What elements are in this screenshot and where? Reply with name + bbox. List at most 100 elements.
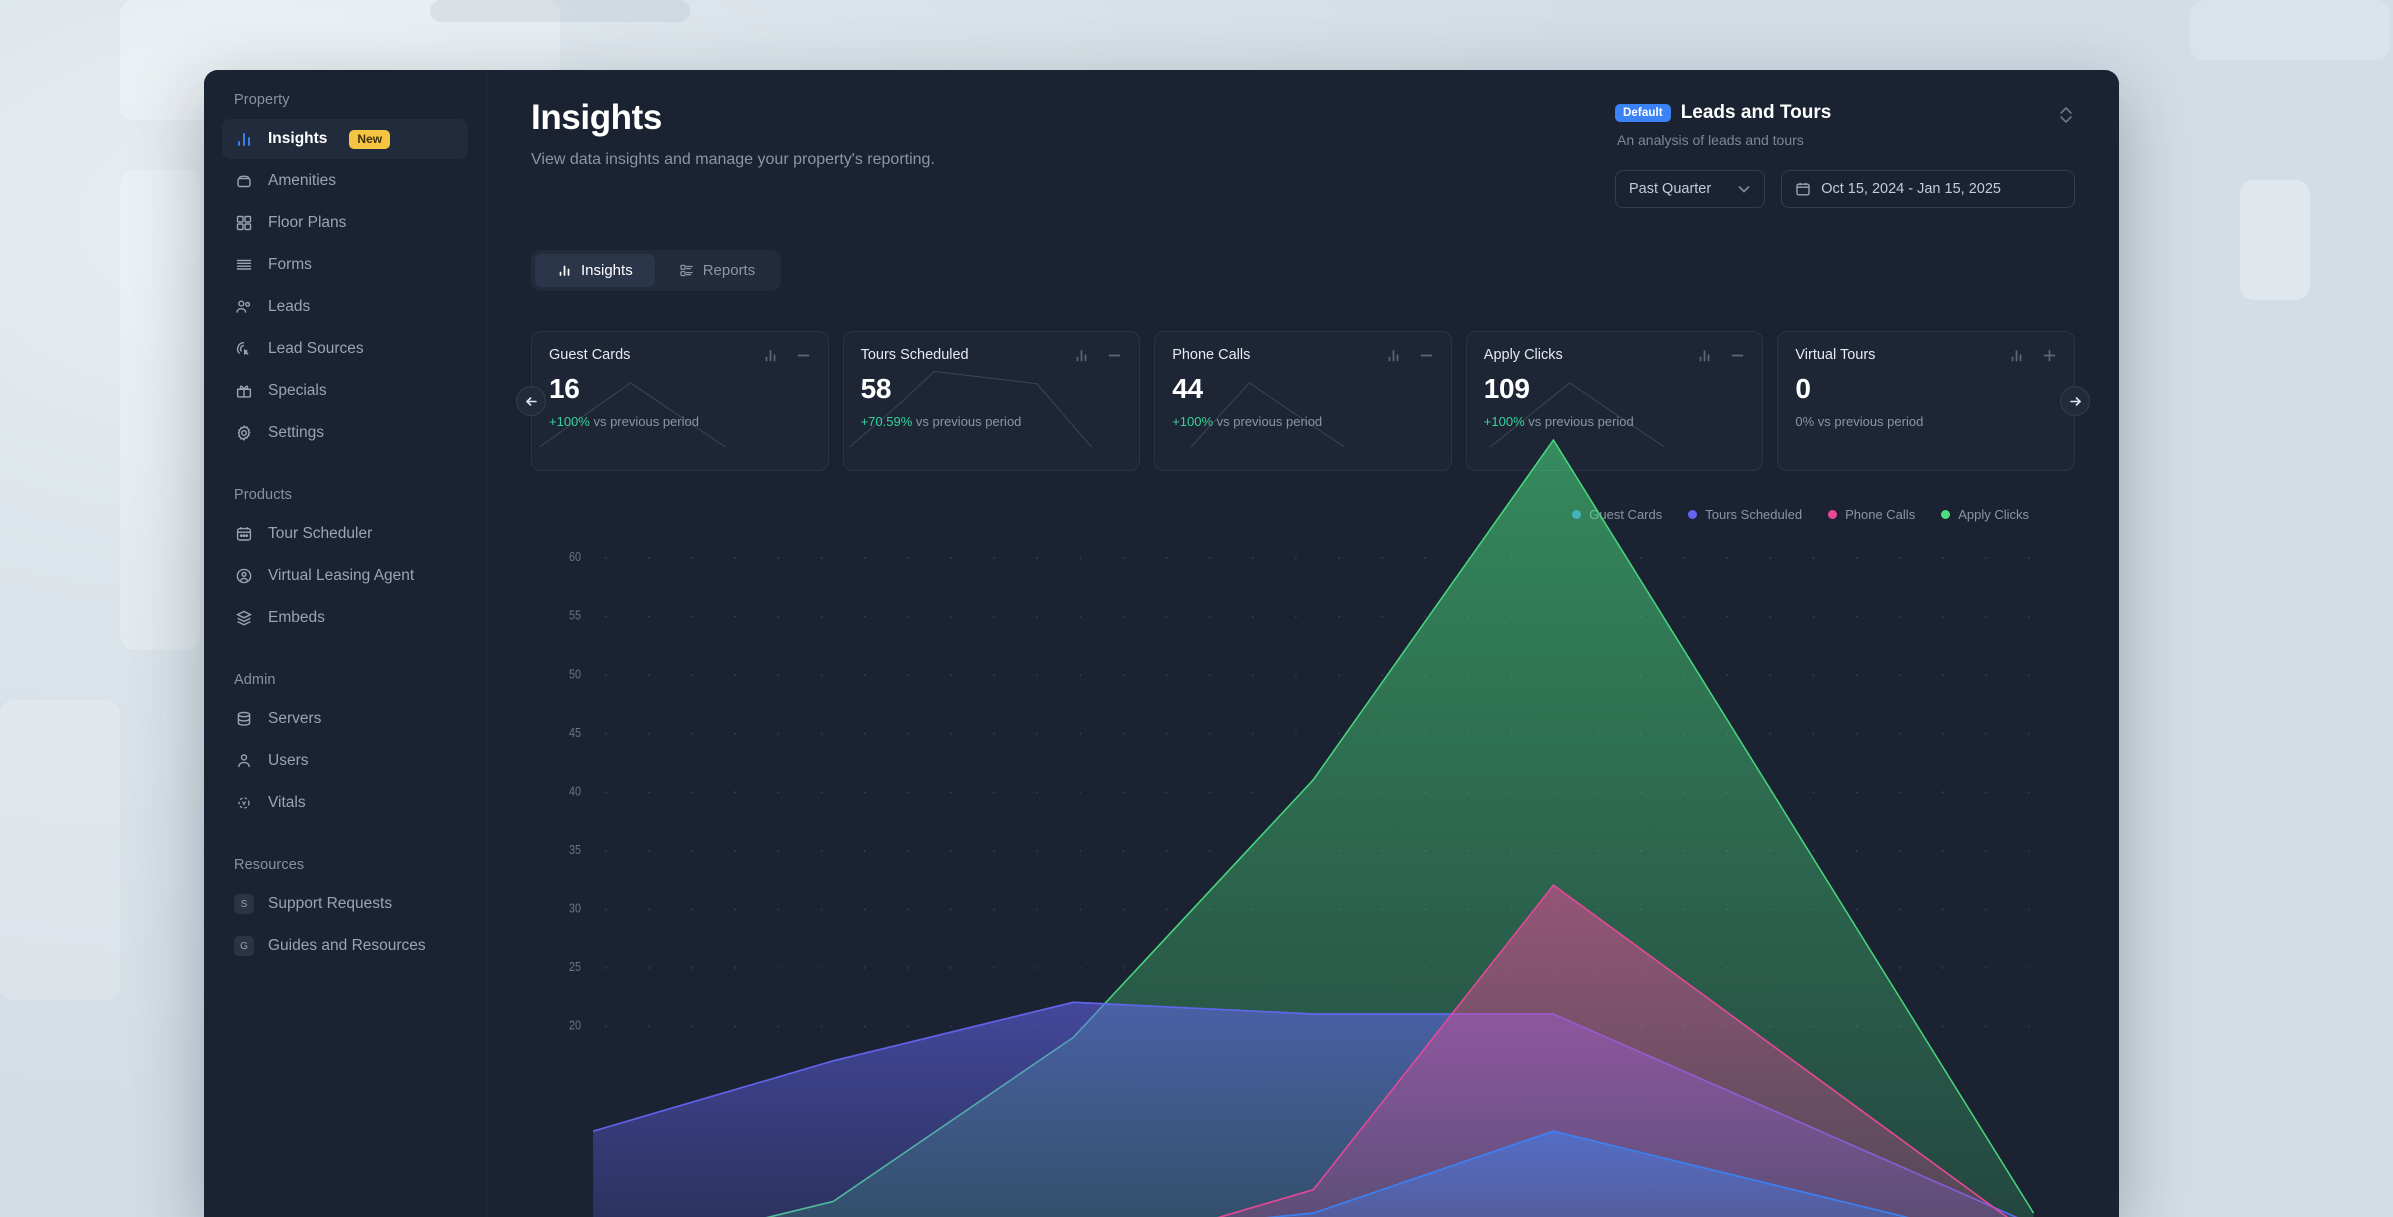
metric-card-tours-scheduled[interactable]: Tours Scheduled 58 +70.59% vs previous p… bbox=[843, 331, 1141, 471]
sidebar-item-guides-and-resources[interactable]: G Guides and Resources bbox=[222, 926, 468, 966]
bar-chart-icon[interactable] bbox=[2009, 348, 2024, 363]
list-lines-icon bbox=[234, 255, 254, 275]
cards-next-button[interactable] bbox=[2060, 386, 2090, 416]
minus-icon[interactable] bbox=[1419, 348, 1434, 363]
metric-cards-carousel: Guest Cards 16 +100% vs previous period bbox=[531, 331, 2075, 471]
user-circle-icon bbox=[234, 566, 254, 586]
legend-label: Apply Clicks bbox=[1958, 507, 2029, 522]
sidebar-item-servers[interactable]: Servers bbox=[222, 699, 468, 739]
calendar-icon bbox=[1795, 181, 1811, 197]
card-body: 109 +100% vs previous period bbox=[1467, 363, 1763, 429]
card-actions bbox=[763, 348, 811, 363]
sidebar-item-specials[interactable]: Specials bbox=[222, 371, 468, 411]
sidebar-item-users[interactable]: Users bbox=[222, 741, 468, 781]
arrow-left-icon bbox=[524, 394, 539, 409]
sidebar-item-floor-plans[interactable]: Floor Plans bbox=[222, 203, 468, 243]
bar-chart-icon[interactable] bbox=[1386, 348, 1401, 363]
bar-chart-icon bbox=[557, 263, 572, 278]
status-badge-new: New bbox=[349, 130, 390, 149]
tab-label: Insights bbox=[581, 262, 633, 279]
card-title: Apply Clicks bbox=[1484, 347, 1563, 363]
legend-item-apply-clicks[interactable]: Apply Clicks bbox=[1941, 507, 2029, 522]
metric-cards: Guest Cards 16 +100% vs previous period bbox=[531, 331, 2075, 471]
metric-card-virtual-tours[interactable]: Virtual Tours 0 0% vs previous period bbox=[1777, 331, 2075, 471]
sidebar-item-leads[interactable]: Leads bbox=[222, 287, 468, 327]
sidebar-item-label: Forms bbox=[268, 256, 312, 274]
metric-card-guest-cards[interactable]: Guest Cards 16 +100% vs previous period bbox=[531, 331, 829, 471]
card-header: Tours Scheduled bbox=[844, 332, 1140, 363]
minus-icon[interactable] bbox=[796, 348, 811, 363]
sidebar-item-tour-scheduler[interactable]: Tour Scheduler bbox=[222, 514, 468, 554]
minus-icon[interactable] bbox=[1730, 348, 1745, 363]
metric-card-phone-calls[interactable]: Phone Calls 44 +100% vs previous period bbox=[1154, 331, 1452, 471]
insights-chart-block: Guest Cards Tours Scheduled Phone Calls … bbox=[531, 507, 2075, 1060]
date-range-picker[interactable]: Oct 15, 2024 - Jan 15, 2025 bbox=[1781, 170, 2075, 208]
card-delta-suffix: vs previous period bbox=[1528, 414, 1634, 429]
sidebar-item-label: Floor Plans bbox=[268, 214, 346, 232]
sidebar-item-label: Leads bbox=[268, 298, 310, 316]
sidebar-group-admin: Admin Servers Users Vitals bbox=[222, 672, 468, 823]
card-header: Phone Calls bbox=[1155, 332, 1451, 363]
page-header-text: Insights View data insights and manage y… bbox=[531, 98, 935, 169]
arrow-right-icon bbox=[2068, 394, 2083, 409]
card-delta-suffix: vs previous period bbox=[1217, 414, 1323, 429]
period-select[interactable]: Past Quarter bbox=[1615, 170, 1765, 208]
card-delta: +100% vs previous period bbox=[1172, 414, 1434, 429]
sidebar-group-label: Admin bbox=[222, 672, 468, 688]
card-body: 44 +100% vs previous period bbox=[1155, 363, 1451, 429]
legend-item-tours-scheduled[interactable]: Tours Scheduled bbox=[1688, 507, 1802, 522]
sidebar-item-amenities[interactable]: Amenities bbox=[222, 161, 468, 201]
period-select-value: Past Quarter bbox=[1629, 181, 1711, 197]
sidebar-item-label: Insights bbox=[268, 130, 327, 148]
sidebar-item-virtual-leasing-agent[interactable]: Virtual Leasing Agent bbox=[222, 556, 468, 596]
g-chip-icon: G bbox=[234, 936, 254, 956]
chart-plot-area[interactable]: 202530354045505560 bbox=[531, 540, 2075, 1060]
sidebar-item-insights[interactable]: Insights New bbox=[222, 119, 468, 159]
bar-chart-icon[interactable] bbox=[763, 348, 778, 363]
chevron-up-down-icon[interactable] bbox=[2057, 102, 2075, 128]
card-header: Apply Clicks bbox=[1467, 332, 1763, 363]
plus-icon[interactable] bbox=[2042, 348, 2057, 363]
legend-color-swatch bbox=[1941, 510, 1950, 519]
card-value: 0 bbox=[1795, 373, 2057, 405]
card-actions bbox=[1697, 348, 1745, 363]
card-value: 109 bbox=[1484, 373, 1746, 405]
card-actions bbox=[2009, 348, 2057, 363]
area-chart: 202530354045505560 bbox=[531, 540, 2075, 1060]
calendar-icon bbox=[234, 524, 254, 544]
card-delta-value: +100% bbox=[549, 414, 590, 429]
s-chip-icon: S bbox=[234, 894, 254, 914]
tab-reports[interactable]: Reports bbox=[657, 254, 778, 287]
legend-item-phone-calls[interactable]: Phone Calls bbox=[1828, 507, 1915, 522]
bar-chart-icon[interactable] bbox=[1074, 348, 1089, 363]
tab-label: Reports bbox=[703, 262, 756, 279]
report-selector[interactable]: Default Leads and Tours An analysis of l… bbox=[1615, 98, 2075, 208]
page-title: Insights bbox=[531, 98, 935, 138]
page-subtitle: View data insights and manage your prope… bbox=[531, 151, 935, 169]
sidebar-item-label: Lead Sources bbox=[268, 340, 364, 358]
sidebar-item-support-requests[interactable]: S Support Requests bbox=[222, 884, 468, 924]
metric-card-apply-clicks[interactable]: Apply Clicks 109 +100% vs previous perio… bbox=[1466, 331, 1764, 471]
sidebar-item-forms[interactable]: Forms bbox=[222, 245, 468, 285]
card-delta-value: +100% bbox=[1484, 414, 1525, 429]
card-header: Virtual Tours bbox=[1778, 332, 2074, 363]
sidebar-item-vitals[interactable]: Vitals bbox=[222, 783, 468, 823]
grid-icon bbox=[234, 213, 254, 233]
user-icon bbox=[234, 751, 254, 771]
cards-prev-button[interactable] bbox=[516, 386, 546, 416]
report-controls: Past Quarter Oct 15, 2024 - Jan 15, 2025 bbox=[1615, 170, 2075, 208]
sidebar-item-label: Virtual Leasing Agent bbox=[268, 567, 414, 585]
legend-label: Tours Scheduled bbox=[1705, 507, 1802, 522]
sidebar-item-embeds[interactable]: Embeds bbox=[222, 598, 468, 638]
vitals-icon bbox=[234, 793, 254, 813]
minus-icon[interactable] bbox=[1107, 348, 1122, 363]
sidebar-group-label: Resources bbox=[222, 857, 468, 873]
tab-insights[interactable]: Insights bbox=[535, 254, 655, 287]
sidebar-item-lead-sources[interactable]: Lead Sources bbox=[222, 329, 468, 369]
card-actions bbox=[1386, 348, 1434, 363]
sidebar-item-label: Tour Scheduler bbox=[268, 525, 372, 543]
sidebar-item-settings[interactable]: Settings bbox=[222, 413, 468, 453]
card-body: 0 0% vs previous period bbox=[1778, 363, 2074, 429]
bar-chart-icon[interactable] bbox=[1697, 348, 1712, 363]
svg-text:25: 25 bbox=[569, 960, 581, 974]
